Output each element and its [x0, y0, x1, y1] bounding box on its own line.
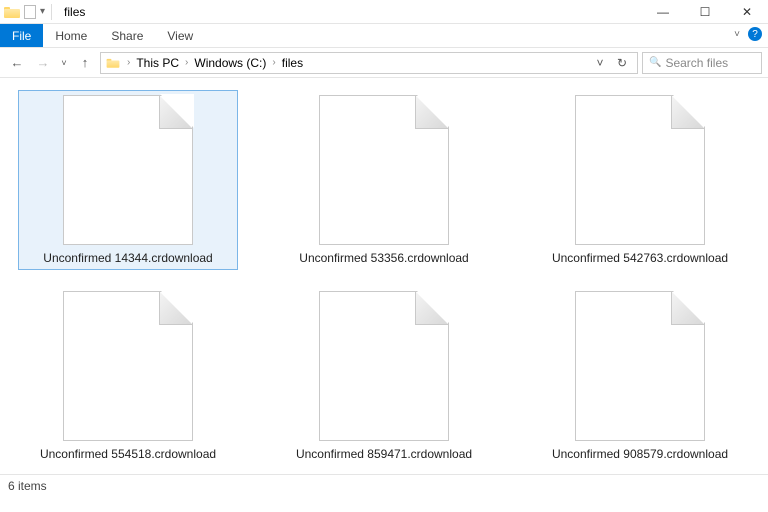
window-title: files — [64, 5, 85, 19]
file-icon — [319, 95, 449, 245]
ribbon-tabs: File Home Share View ˅ ? — [0, 24, 768, 48]
address-dropdown-chevron-icon[interactable]: ˅ — [589, 56, 611, 70]
folder-icon — [107, 57, 120, 67]
status-bar: 6 items — [0, 474, 768, 496]
file-item[interactable]: Unconfirmed 14344.crdownload — [18, 90, 238, 270]
chevron-right-icon: › — [272, 57, 275, 68]
file-icon — [575, 95, 705, 245]
item-count-label: 6 items — [8, 479, 47, 493]
forward-button[interactable]: → — [32, 52, 54, 74]
separator — [51, 4, 52, 20]
close-button[interactable]: ✕ — [726, 0, 768, 24]
search-icon: 🔍 — [649, 57, 661, 68]
refresh-button[interactable]: ↻ — [611, 56, 633, 70]
file-label: Unconfirmed 14344.crdownload — [43, 251, 212, 265]
file-grid: Unconfirmed 14344.crdownload Unconfirmed … — [10, 90, 758, 466]
quick-access-toolbar: ▾ files — [0, 4, 89, 20]
file-item[interactable]: Unconfirmed 908579.crdownload — [530, 286, 750, 466]
search-placeholder: Search files — [665, 56, 728, 70]
file-icon — [319, 291, 449, 441]
tab-home[interactable]: Home — [43, 24, 99, 47]
back-button[interactable]: ← — [6, 52, 28, 74]
search-input[interactable]: 🔍 Search files — [642, 52, 762, 74]
tab-view[interactable]: View — [155, 24, 205, 47]
ribbon-expand-chevron-icon[interactable]: ˅ — [734, 29, 740, 40]
file-pane[interactable]: Unconfirmed 14344.crdownload Unconfirmed … — [0, 78, 768, 474]
file-label: Unconfirmed 908579.crdownload — [552, 447, 728, 461]
file-label: Unconfirmed 53356.crdownload — [299, 251, 468, 265]
document-icon — [24, 5, 36, 19]
file-item[interactable]: Unconfirmed 542763.crdownload — [530, 90, 750, 270]
file-label: Unconfirmed 859471.crdownload — [296, 447, 472, 461]
tab-share[interactable]: Share — [99, 24, 155, 47]
breadcrumb-item[interactable]: files — [282, 56, 303, 70]
chevron-right-icon: › — [185, 57, 188, 68]
file-icon — [63, 95, 193, 245]
chevron-right-icon: › — [127, 57, 130, 68]
up-button[interactable]: ↑ — [74, 52, 96, 74]
help-icon[interactable]: ? — [748, 27, 762, 41]
navigation-bar: ← → ˅ ↑ › This PC › Windows (C:) › files… — [0, 48, 768, 78]
window-controls: — ☐ ✕ — [642, 0, 768, 24]
title-bar: ▾ files — ☐ ✕ — [0, 0, 768, 24]
tab-file[interactable]: File — [0, 24, 43, 47]
ribbon-right-controls: ˅ ? — [734, 27, 762, 41]
file-item[interactable]: Unconfirmed 859471.crdownload — [274, 286, 494, 466]
maximize-button[interactable]: ☐ — [684, 0, 726, 24]
folder-icon — [4, 5, 20, 18]
file-icon — [575, 291, 705, 441]
history-chevron-icon[interactable]: ˅ — [58, 52, 70, 74]
breadcrumb-item[interactable]: Windows (C:) — [194, 56, 266, 70]
file-icon — [63, 291, 193, 441]
address-bar[interactable]: › This PC › Windows (C:) › files ˅ ↻ — [100, 52, 638, 74]
file-item[interactable]: Unconfirmed 554518.crdownload — [18, 286, 238, 466]
address-actions: ˅ ↻ — [589, 56, 633, 70]
file-label: Unconfirmed 542763.crdownload — [552, 251, 728, 265]
qa-menu-chevron-icon[interactable]: ▾ — [40, 6, 45, 17]
file-item[interactable]: Unconfirmed 53356.crdownload — [274, 90, 494, 270]
breadcrumb-item[interactable]: This PC — [136, 56, 179, 70]
file-label: Unconfirmed 554518.crdownload — [40, 447, 216, 461]
minimize-button[interactable]: — — [642, 0, 684, 24]
